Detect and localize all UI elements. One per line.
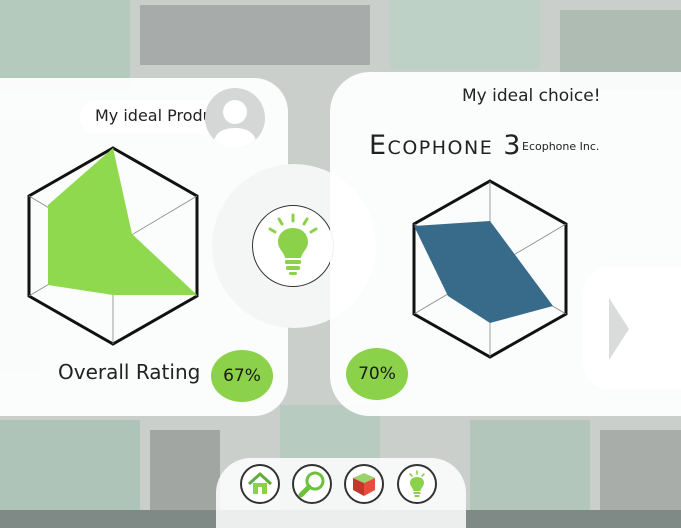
ideal-product-rating-badge: 67% [211, 350, 273, 402]
nav-box-button[interactable] [344, 464, 384, 504]
ideal-choice-radar-area [414, 221, 553, 323]
next-card-button[interactable] [583, 266, 681, 390]
overall-rating-label: Overall Rating [58, 360, 201, 384]
manufacturer-name: Ecophone Inc. [522, 140, 600, 153]
ideal-product-radar-area [48, 148, 197, 295]
ideal-choice-rating-badge: 70% [346, 348, 408, 400]
lightbulb-icon [409, 470, 425, 497]
ideal-choice-radar-chart [412, 179, 568, 359]
box-icon [353, 473, 375, 496]
chevron-right-icon[interactable] [607, 296, 631, 362]
lightbulb-button[interactable] [252, 205, 334, 287]
nav-lightbulb-button[interactable] [397, 464, 437, 504]
ideal-product-radar-chart [27, 146, 199, 346]
user-avatar-icon[interactable] [205, 88, 265, 148]
nav-home-button[interactable] [240, 464, 280, 504]
search-icon [298, 471, 325, 498]
ideal-choice-title: My ideal choice! [462, 86, 601, 106]
nav-search-button[interactable] [292, 464, 332, 504]
home-icon [247, 472, 273, 494]
product-name: Ecophone 3 [369, 130, 522, 161]
lightbulb-icon [268, 213, 318, 275]
